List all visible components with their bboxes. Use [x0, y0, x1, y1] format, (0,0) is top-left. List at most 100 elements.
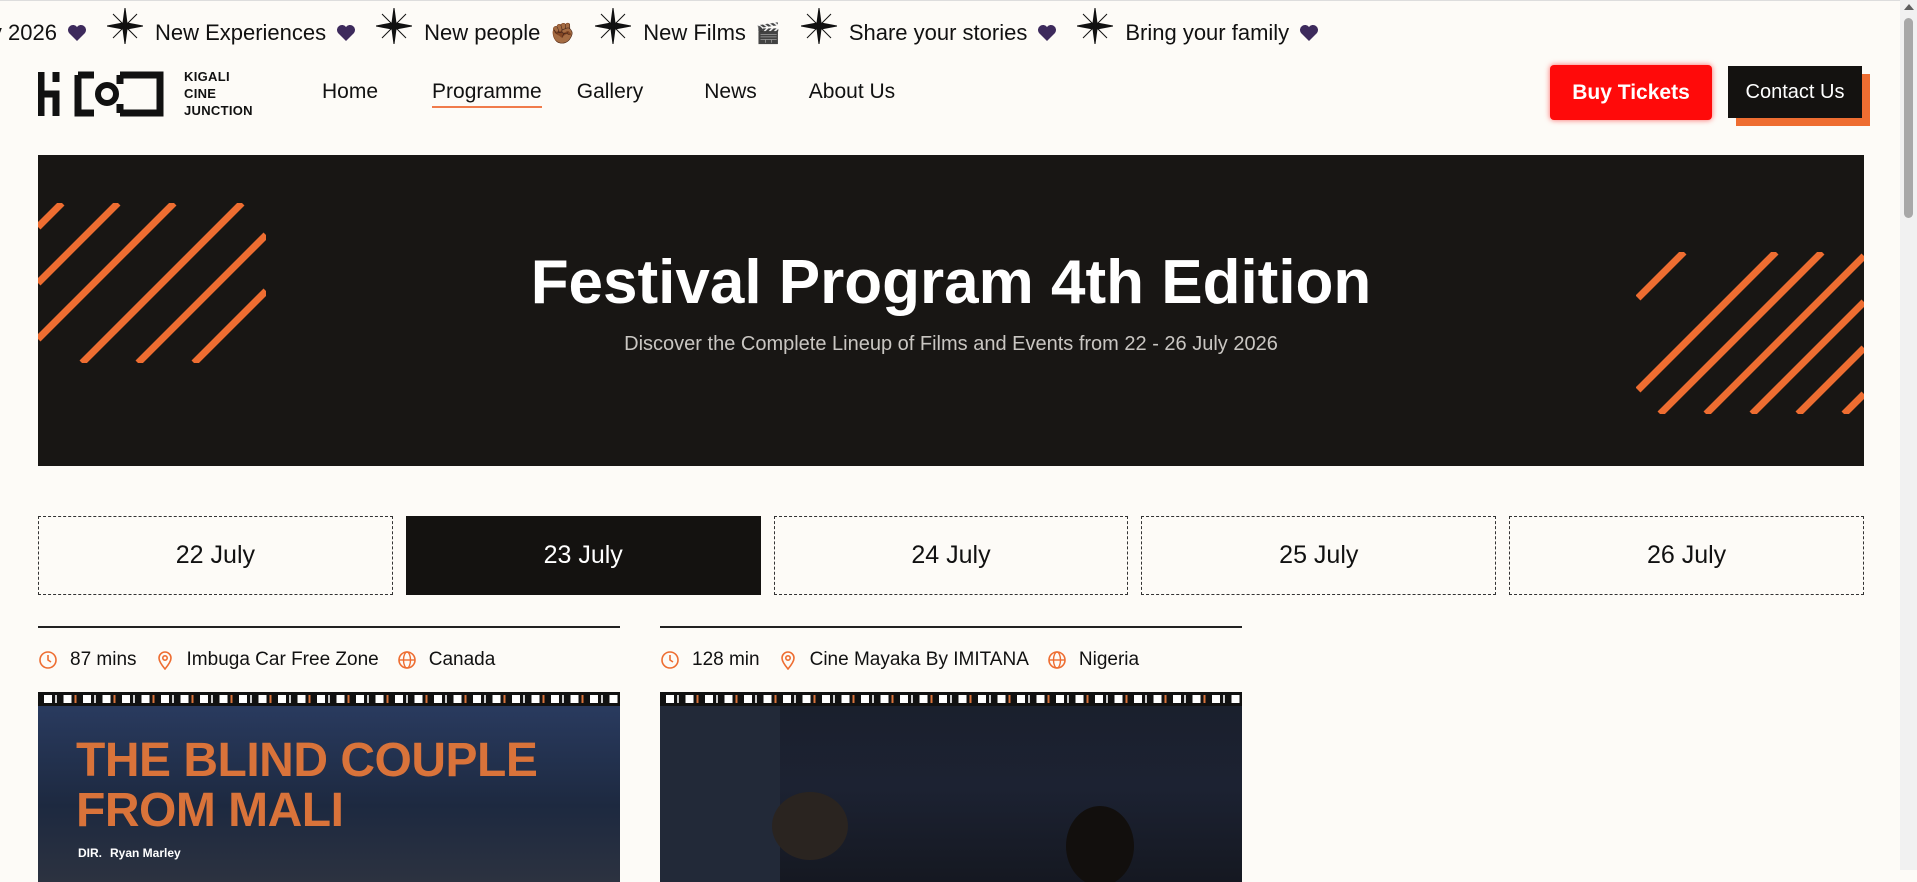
filmstrip-line — [289, 695, 291, 703]
clapper-board-emoji-icon: 🎬 — [755, 22, 781, 45]
sparkle-star-icon — [1077, 8, 1114, 44]
country-text: Nigeria — [1078, 649, 1140, 670]
poster-title: THE BLIND COUPLE FROM MALI — [76, 734, 538, 836]
kcj-logo-mark-icon — [38, 71, 164, 116]
raised-fist-emoji-icon: ✊🏾 — [550, 22, 576, 45]
filmstrip-hole — [705, 695, 713, 703]
film-country: Canada — [397, 649, 495, 671]
filmstrip-hole — [1153, 695, 1162, 703]
filmstrip-hole — [570, 695, 579, 703]
filmstrip-hole — [356, 695, 364, 703]
filmstrip-line — [911, 695, 913, 703]
filmstrip-hole — [900, 695, 908, 703]
filmstrip-line — [1008, 695, 1011, 703]
filmstrip-line — [503, 695, 506, 703]
filmstrip-hole — [336, 695, 345, 703]
ticker-text: New Films — [643, 20, 746, 45]
filmstrip-hole — [219, 695, 228, 703]
ticker-item: New Films 🎬 — [643, 8, 849, 46]
filmstrip-hole — [473, 695, 481, 703]
nav-home[interactable]: Home — [322, 80, 378, 108]
announcement-ticker: ly 2026 New Experiences New people ✊🏾 Ne… — [0, 0, 1900, 60]
film-poster[interactable] — [660, 692, 1242, 882]
date-tab-23-july[interactable]: 23 July — [405, 516, 761, 595]
film-poster[interactable]: THE BLIND COUPLE FROM MALI DIR. Ryan Marl… — [38, 692, 620, 882]
filmstrip-hole — [1075, 695, 1084, 703]
filmstrip-hole — [102, 695, 111, 703]
filmstrip-hole — [63, 695, 72, 703]
filmstrip-hole — [512, 695, 520, 703]
scroll-thumb[interactable] — [1904, 18, 1913, 218]
location-pin-icon — [157, 651, 172, 670]
filmstrip-line — [1223, 695, 1225, 703]
filmstrip-line — [581, 695, 584, 703]
filmstrip-line — [1125, 695, 1128, 703]
nav-programme[interactable]: Programme — [432, 80, 542, 108]
filmstrip-hole — [297, 695, 306, 703]
clock-icon — [39, 651, 57, 669]
filmstrip-hole — [395, 695, 403, 703]
date-tab-25-july[interactable]: 25 July — [1141, 516, 1497, 595]
filmstrip-line — [133, 695, 135, 703]
date-tab-24-july[interactable]: 24 July — [773, 516, 1129, 595]
filmstrip-line — [328, 695, 330, 703]
venue-text: Cine Mayaka By IMITANA — [809, 649, 1029, 670]
filmstrip-line — [1067, 695, 1069, 703]
filmstrip-hole — [939, 695, 947, 703]
filmstrip-line — [191, 695, 194, 703]
film-card[interactable]: 87 mins Imbuga Car Free Zone Canada THE … — [38, 626, 620, 882]
venue-text: Imbuga Car Free Zone — [186, 649, 379, 670]
heart-icon — [337, 25, 356, 41]
nav-news[interactable]: News — [704, 80, 757, 108]
duration-text: 128 min — [692, 649, 760, 670]
filmstrip-hole — [1231, 695, 1240, 703]
filmstrip-hole — [802, 695, 811, 703]
nav-about-us[interactable]: About Us — [809, 80, 895, 108]
film-list: 87 mins Imbuga Car Free Zone Canada THE … — [38, 626, 1242, 882]
nav-gallery[interactable]: Gallery — [577, 80, 644, 108]
globe-icon — [1048, 651, 1066, 669]
date-tab-26-july[interactable]: 26 July — [1509, 516, 1864, 595]
filmstrip-line — [464, 695, 467, 703]
ticker-item: Share your stories — [849, 8, 1126, 46]
page-scrollbar[interactable] — [1900, 0, 1917, 870]
filmstrip-hole — [744, 695, 752, 703]
site-logo[interactable]: KIGALI CINE JUNCTION — [38, 68, 253, 119]
filmstrip-line — [172, 695, 174, 703]
logo-wordmark: KIGALI CINE JUNCTION — [184, 68, 253, 119]
filmstrip-hole — [1192, 695, 1201, 703]
ticker-text: ly 2026 — [0, 20, 57, 45]
scroll-up-arrow-icon[interactable] — [1904, 4, 1914, 10]
film-venue: Imbuga Car Free Zone — [155, 649, 379, 671]
filmstrip-hole — [590, 695, 598, 703]
duration-text: 87 mins — [70, 649, 137, 670]
filmstrip-line — [523, 695, 525, 703]
filmstrip-line — [677, 695, 679, 703]
filmstrip-line — [425, 695, 428, 703]
filmstrip-hole — [1017, 695, 1025, 703]
filmstrip-hole — [1095, 695, 1103, 703]
filmstrip-hole — [841, 695, 850, 703]
heart-icon — [67, 25, 86, 41]
date-tab-22-july[interactable]: 22 July — [38, 516, 393, 595]
filmstrip-line — [833, 695, 835, 703]
film-card[interactable]: 128 min Cine Mayaka By IMITANA Nigeria — [660, 626, 1242, 882]
contact-us-button[interactable]: Contact Us — [1728, 66, 1862, 118]
filmstrip-hole — [531, 695, 540, 703]
filmstrip-line — [696, 695, 699, 703]
filmstrip-hole — [83, 695, 91, 703]
filmstrip-line — [1086, 695, 1089, 703]
buy-tickets-button[interactable]: Buy Tickets — [1550, 65, 1712, 120]
filmstrip-line — [813, 695, 816, 703]
sparkle-star-icon — [595, 8, 632, 44]
filmstrip-line — [406, 695, 408, 703]
poster-title-line: THE BLIND COUPLE — [76, 734, 538, 787]
film-country: Nigeria — [1047, 649, 1139, 671]
filmstrip-hole — [258, 695, 267, 703]
filmstrip-line — [1028, 695, 1030, 703]
film-meta: 87 mins Imbuga Car Free Zone Canada — [38, 628, 620, 692]
filmstrip-line — [562, 695, 564, 703]
sparkle-star-icon — [800, 8, 837, 44]
filmstrip-hole — [666, 695, 674, 703]
filmstrip-line — [989, 695, 991, 703]
